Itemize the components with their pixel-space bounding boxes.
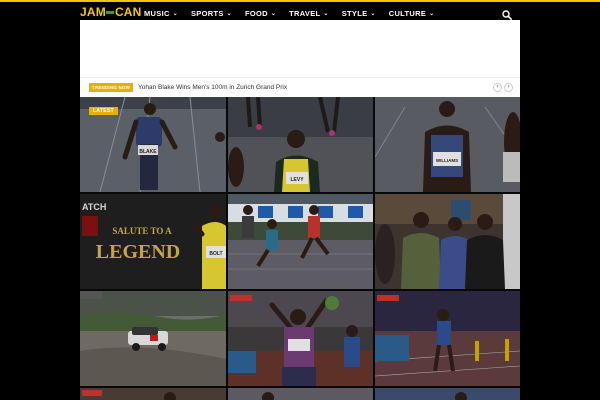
salute-title: SALUTE TO A: [112, 226, 172, 236]
article-image: [80, 291, 226, 386]
search-button[interactable]: [502, 7, 512, 20]
article-tile-blake[interactable]: BLAKE LATEST: [80, 97, 226, 192]
chevron-down-icon: ⌄: [172, 10, 178, 17]
article-image: [80, 388, 226, 400]
article-tile-levy[interactable]: LEVY: [228, 97, 373, 192]
chevron-down-icon: ⌄: [370, 10, 376, 17]
chevron-down-icon: ⌄: [270, 10, 277, 17]
latest-badge: LATEST: [89, 107, 118, 115]
article-tile-williams[interactable]: WILLIAMS: [375, 97, 520, 192]
trending-badge: TRENDING NOW: [89, 83, 133, 92]
ad-banner: [80, 20, 520, 77]
banner-text: ATCH: [82, 202, 106, 212]
article-tile-celebration[interactable]: [228, 291, 373, 386]
article-image: [228, 194, 373, 289]
article-image: [228, 388, 373, 400]
chevron-down-icon: ⌄: [323, 10, 329, 17]
article-image: LEVY: [228, 97, 373, 192]
article-tile-rally-car[interactable]: [80, 291, 226, 386]
article-tile-salute-legend[interactable]: ATCH SALUTE TO A LEGEND BOLT: [80, 194, 226, 289]
article-image: [375, 388, 520, 400]
article-tile-row4-2[interactable]: [228, 388, 373, 400]
site-logo[interactable]: JAM CAN: [80, 5, 142, 19]
search-icon: [502, 10, 512, 20]
top-navigation-bar: JAM CAN MUSIC ⌄ SPORTS ⌄ FOOD ⌄ TRAVEL ⌄ STYL…: [0, 0, 600, 20]
article-grid: BLAKE LATEST LEVY WILLIAMS ATCH SALUTE T…: [80, 97, 520, 400]
bib-text: BLAKE: [139, 149, 157, 155]
chevron-down-icon: ⌄: [429, 10, 435, 17]
trending-headline[interactable]: Yohan Blake Wins Men's 100m in Zurich Gr…: [138, 82, 287, 93]
bib-text: WILLIAMS: [436, 158, 458, 163]
legend-title: LEGEND: [96, 241, 180, 263]
trending-bar: TRENDING NOW Yohan Blake Wins Men's 100m…: [80, 77, 520, 97]
article-image: [375, 194, 520, 289]
article-tile-stadium-runner[interactable]: [375, 291, 520, 386]
chevron-left-icon: ‹: [496, 84, 499, 90]
bib-text: BOLT: [209, 251, 222, 257]
article-tile-row4-3[interactable]: [375, 388, 520, 400]
logo-flag-stripe: [106, 11, 115, 15]
chevron-down-icon: ⌄: [226, 10, 232, 17]
article-image: WILLIAMS: [375, 97, 520, 192]
article-tile-row4-1[interactable]: [80, 388, 226, 400]
article-tile-sprint-race[interactable]: [228, 194, 373, 289]
article-image: ATCH SALUTE TO A LEGEND BOLT: [80, 194, 226, 289]
trending-prev-button[interactable]: ‹: [493, 83, 502, 92]
bib-text: LEVY: [290, 177, 304, 183]
article-image: [375, 291, 520, 386]
article-tile-group-photo[interactable]: [375, 194, 520, 289]
chevron-right-icon: ›: [507, 84, 510, 90]
trending-next-button[interactable]: ›: [504, 83, 513, 92]
article-image: [228, 291, 373, 386]
